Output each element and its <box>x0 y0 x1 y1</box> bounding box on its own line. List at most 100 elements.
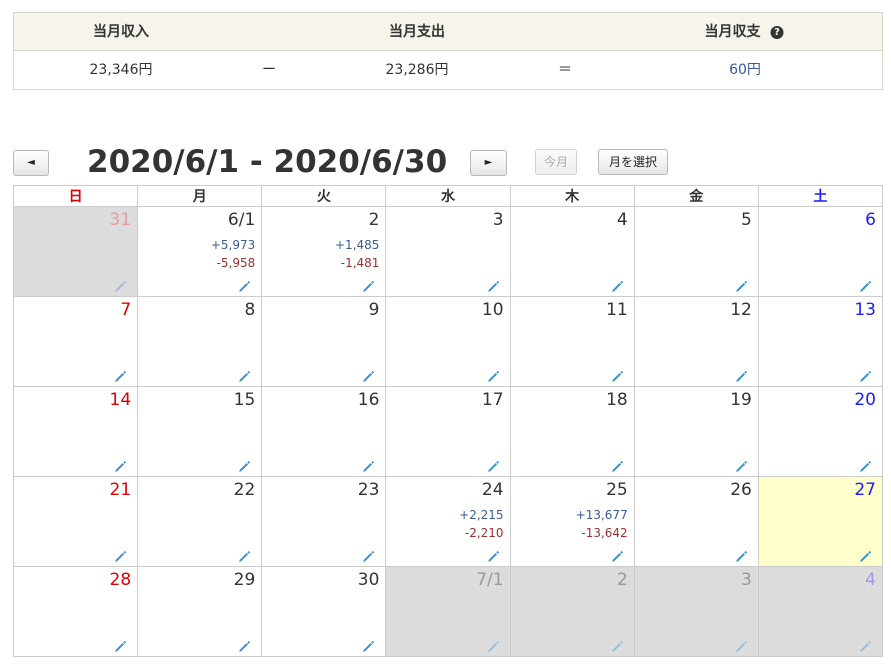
pencil-icon[interactable] <box>735 368 748 382</box>
day-number: 10 <box>481 300 504 320</box>
pencil-icon[interactable] <box>859 548 872 562</box>
calendar-day-cell[interactable]: 7 <box>12 296 139 387</box>
calendar-day-cell[interactable]: 29 <box>137 566 263 657</box>
calendar-day-cell[interactable]: 12 <box>633 296 759 387</box>
calendar-day-cell[interactable]: 10 <box>385 296 511 387</box>
pencil-icon[interactable] <box>238 368 251 382</box>
calendar-day-cell[interactable]: 3 <box>633 566 759 657</box>
pencil-icon[interactable] <box>238 278 251 292</box>
calendar-day-cell[interactable]: 6/1 +5,973 -5,958 <box>137 206 263 297</box>
balance-label-wrap: 当月収支? <box>705 13 784 51</box>
calendar-day-cell[interactable]: 13 <box>757 296 884 387</box>
day-number: 3 <box>492 210 504 230</box>
income-label: 当月収入 <box>93 24 149 40</box>
summary-header: 当月収入 当月支出 当月収支? <box>14 13 882 51</box>
calendar-day-cell[interactable]: 6 <box>757 206 884 297</box>
day-number: 14 <box>109 390 132 410</box>
prev-month-button[interactable]: ◄ <box>13 150 49 176</box>
calendar-day-today[interactable]: 27 <box>757 476 884 567</box>
calendar-day-cell[interactable]: 23 <box>261 476 387 567</box>
pencil-icon[interactable] <box>487 638 500 652</box>
pencil-icon[interactable] <box>611 638 624 652</box>
pencil-icon[interactable] <box>362 638 375 652</box>
calendar-day-cell[interactable]: 24 +2,215 -2,210 <box>385 476 511 567</box>
calendar-day-cell[interactable]: 25 +13,677 -13,642 <box>509 476 635 567</box>
help-icon[interactable]: ? <box>770 26 784 39</box>
pencil-icon[interactable] <box>362 458 375 472</box>
pencil-icon[interactable] <box>611 368 624 382</box>
calendar-day-cell[interactable]: 20 <box>757 386 884 477</box>
calendar-day-cell[interactable]: 2 <box>509 566 635 657</box>
pencil-icon[interactable] <box>238 458 251 472</box>
pencil-icon[interactable] <box>114 458 127 472</box>
pencil-icon[interactable] <box>487 548 500 562</box>
pencil-icon[interactable] <box>859 278 872 292</box>
calendar-day-cell[interactable]: 26 <box>633 476 759 567</box>
day-number: 6 <box>865 210 876 230</box>
calendar-day-cell[interactable]: 5 <box>633 206 759 297</box>
day-income: +1,485 <box>335 238 380 252</box>
day-number: 5 <box>741 210 752 230</box>
calendar-day-cell[interactable]: 4 <box>757 566 884 657</box>
calendar-day-cell[interactable]: 8 <box>137 296 263 387</box>
calendar-nav: ◄ 2020/6/1 - 2020/6/30 ► 今月 月を選択 <box>13 144 883 180</box>
calendar-day-cell[interactable]: 11 <box>509 296 635 387</box>
calendar-day-cell[interactable]: 21 <box>12 476 139 567</box>
day-number: 19 <box>730 390 752 410</box>
day-number: 12 <box>730 300 752 320</box>
pencil-icon[interactable] <box>487 278 500 292</box>
pencil-icon[interactable] <box>611 548 624 562</box>
select-month-button[interactable]: 月を選択 <box>598 149 668 175</box>
equals-sign: ＝ <box>558 62 572 78</box>
pencil-icon[interactable] <box>114 548 127 562</box>
pencil-icon[interactable] <box>238 548 251 562</box>
this-month-button[interactable]: 今月 <box>535 149 577 175</box>
calendar-day-cell[interactable]: 16 <box>261 386 387 477</box>
pencil-icon[interactable] <box>611 278 624 292</box>
pencil-icon[interactable] <box>859 368 872 382</box>
calendar-day-cell[interactable]: 19 <box>633 386 759 477</box>
calendar-day-cell[interactable]: 30 <box>261 566 387 657</box>
pencil-icon[interactable] <box>487 458 500 472</box>
calendar-day-cell[interactable]: 7/1 <box>385 566 511 657</box>
weekday-header-row: 日月火水木金土 <box>12 185 884 207</box>
expense-label: 当月支出 <box>389 24 445 40</box>
pencil-icon[interactable] <box>362 548 375 562</box>
pencil-icon[interactable] <box>735 278 748 292</box>
pencil-icon[interactable] <box>114 638 127 652</box>
calendar-day-cell[interactable]: 4 <box>509 206 635 297</box>
day-number: 2 <box>368 210 380 230</box>
pencil-icon[interactable] <box>735 458 748 472</box>
pencil-icon[interactable] <box>114 278 127 292</box>
pencil-icon[interactable] <box>362 278 375 292</box>
calendar-day-cell[interactable]: 15 <box>137 386 263 477</box>
day-number: 4 <box>616 210 628 230</box>
day-number: 28 <box>109 570 132 590</box>
calendar-day-cell[interactable]: 9 <box>261 296 387 387</box>
period-title: 2020/6/1 - 2020/6/30 <box>87 144 448 180</box>
day-number: 16 <box>357 390 380 410</box>
pencil-icon[interactable] <box>735 638 748 652</box>
pencil-icon[interactable] <box>859 458 872 472</box>
day-expense: -13,642 <box>581 526 628 540</box>
calendar-day-cell[interactable]: 3 <box>385 206 511 297</box>
calendar-day-cell[interactable]: 14 <box>12 386 139 477</box>
calendar-day-cell[interactable]: 2 +1,485 -1,481 <box>261 206 387 297</box>
pencil-icon[interactable] <box>238 638 251 652</box>
weekday-header: 火 <box>261 185 387 207</box>
next-month-button[interactable]: ► <box>470 150 507 176</box>
pencil-icon[interactable] <box>487 368 500 382</box>
day-number: 23 <box>357 480 380 500</box>
calendar-week-row: 28 29 30 7/1 2 3 4 <box>12 566 884 657</box>
calendar-day-cell[interactable]: 18 <box>509 386 635 477</box>
pencil-icon[interactable] <box>362 368 375 382</box>
calendar-day-cell[interactable]: 22 <box>137 476 263 567</box>
calendar-day-cell[interactable]: 17 <box>385 386 511 477</box>
calendar-day-cell[interactable]: 28 <box>12 566 139 657</box>
pencil-icon[interactable] <box>611 458 624 472</box>
calendar-day-cell[interactable]: 31 <box>12 206 139 297</box>
pencil-icon[interactable] <box>735 548 748 562</box>
pencil-icon[interactable] <box>114 368 127 382</box>
day-number: 3 <box>741 570 752 590</box>
pencil-icon[interactable] <box>859 638 872 652</box>
